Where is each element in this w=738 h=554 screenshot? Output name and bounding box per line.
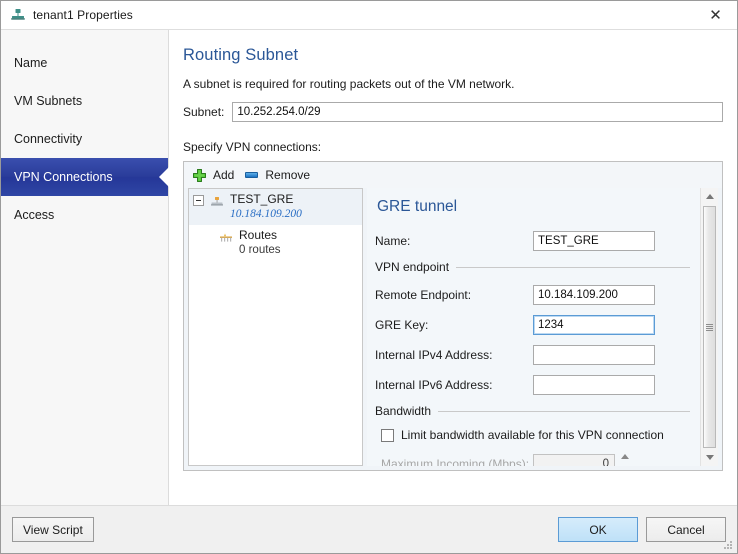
bandwidth-group-label: Bandwidth	[375, 404, 432, 418]
subnet-row: Subnet:	[183, 102, 723, 122]
scroll-up-icon[interactable]	[701, 188, 718, 205]
window-title: tenant1 Properties	[33, 8, 133, 22]
internal-ipv4-row: Internal IPv4 Address:	[375, 344, 690, 365]
gre-key-label: GRE Key:	[375, 317, 429, 332]
max-incoming-input[interactable]: 0	[533, 454, 615, 466]
name-label: Name:	[375, 233, 411, 248]
gre-tunnel-detail: GRE tunnel Name: VPN endpoint Remote End	[367, 188, 700, 466]
scrollbar-thumb[interactable]	[703, 206, 716, 448]
vpn-connections-panel: Add Remove TEST_GRE 10.184.109.200 Route…	[183, 161, 723, 471]
max-incoming-stepper[interactable]	[619, 454, 633, 466]
gre-key-row: GRE Key:	[375, 314, 690, 335]
sidebar-item-connectivity[interactable]: Connectivity	[1, 120, 168, 158]
routes-label: Routes	[239, 228, 278, 242]
vpn-endpoint-group-header: VPN endpoint	[375, 260, 690, 274]
close-icon[interactable]: ✕	[694, 1, 737, 29]
vpn-endpoint-group-label: VPN endpoint	[375, 260, 450, 274]
vpn-toolbar: Add Remove	[184, 162, 722, 188]
dialog-footer: View Script OK Cancel	[1, 505, 737, 553]
tree-node-text: Routes 0 routes	[239, 228, 281, 258]
tree-node-gre-tunnel[interactable]: TEST_GRE 10.184.109.200	[189, 189, 362, 225]
internal-ipv4-input[interactable]	[533, 344, 655, 365]
internal-ipv6-row: Internal IPv6 Address:	[375, 374, 690, 395]
routes-icon	[218, 230, 234, 246]
resize-grip-icon[interactable]	[722, 539, 734, 551]
max-incoming-label: Maximum Incoming (Mbps):	[381, 457, 530, 466]
page-title: Routing Subnet	[183, 46, 299, 64]
limit-bandwidth-row[interactable]: Limit bandwidth available for this VPN c…	[381, 428, 690, 442]
collapse-box-icon[interactable]	[193, 195, 204, 206]
scroll-down-icon[interactable]	[701, 449, 718, 466]
sidebar-item-vpn-connections[interactable]: VPN Connections	[1, 158, 168, 196]
add-label: Add	[213, 168, 235, 182]
content-pane: Routing Subnet A subnet is required for …	[169, 30, 737, 505]
page-description: A subnet is required for routing packets…	[183, 77, 515, 91]
sidebar-item-label: Connectivity	[14, 132, 83, 146]
remove-label: Remove	[265, 168, 311, 182]
limit-bandwidth-checkbox[interactable]	[381, 428, 394, 442]
sidebar-item-label: Access	[14, 208, 55, 222]
add-button[interactable]: Add	[190, 164, 242, 186]
internal-ipv6-label: Internal IPv6 Address:	[375, 377, 493, 392]
ok-button[interactable]: OK	[558, 517, 638, 542]
remote-endpoint-input[interactable]	[533, 284, 655, 305]
bandwidth-group-header: Bandwidth	[375, 404, 690, 418]
tree-node-routes[interactable]: Routes 0 routes	[189, 225, 362, 261]
sidebar: Name VM Subnets Connectivity VPN Connect…	[1, 30, 169, 505]
sidebar-item-label: VM Subnets	[14, 94, 83, 108]
scrollbar-grip-icon	[706, 323, 713, 332]
group-divider	[438, 410, 690, 412]
view-script-button[interactable]: View Script	[12, 517, 94, 542]
stepper-up-icon[interactable]	[621, 454, 629, 459]
subnet-label: Subnet:	[183, 105, 225, 119]
routes-count: 0 routes	[239, 244, 281, 256]
internal-ipv4-label: Internal IPv4 Address:	[375, 347, 493, 362]
title-bar: tenant1 Properties ✕	[1, 1, 737, 29]
gre-tunnel-icon	[209, 194, 225, 210]
remote-endpoint-row: Remote Endpoint:	[375, 284, 690, 305]
detail-pane-wrapper: GRE tunnel Name: VPN endpoint Remote End	[367, 188, 718, 466]
name-input[interactable]	[533, 230, 655, 251]
detail-scrollbar[interactable]	[700, 188, 718, 466]
internal-ipv6-input[interactable]	[533, 374, 655, 395]
specify-vpn-label: Specify VPN connections:	[183, 140, 322, 154]
sidebar-item-label: Name	[14, 56, 48, 70]
properties-dialog: tenant1 Properties ✕ Name VM Subnets Con…	[0, 0, 738, 554]
tree-node-name: TEST_GRE	[230, 192, 294, 206]
tree-node-text: TEST_GRE 10.184.109.200	[230, 192, 302, 222]
network-tenant-icon	[10, 7, 26, 23]
cancel-button[interactable]: Cancel	[646, 517, 726, 542]
subnet-input[interactable]	[232, 102, 723, 122]
remote-endpoint-label: Remote Endpoint:	[375, 287, 472, 302]
plus-icon	[192, 168, 207, 183]
sidebar-item-name[interactable]: Name	[1, 44, 168, 82]
name-row: Name:	[375, 230, 690, 251]
minus-icon	[244, 168, 259, 183]
vpn-connection-tree[interactable]: TEST_GRE 10.184.109.200 Routes 0 routes	[188, 188, 363, 466]
limit-bandwidth-label: Limit bandwidth available for this VPN c…	[401, 428, 664, 442]
detail-title: GRE tunnel	[377, 198, 458, 215]
dialog-body: Name VM Subnets Connectivity VPN Connect…	[1, 29, 737, 505]
sidebar-item-vm-subnets[interactable]: VM Subnets	[1, 82, 168, 120]
group-divider	[456, 266, 690, 268]
sidebar-item-access[interactable]: Access	[1, 196, 168, 234]
sidebar-item-label: VPN Connections	[14, 170, 113, 184]
gre-key-input[interactable]	[533, 314, 655, 335]
panel-split: TEST_GRE 10.184.109.200 Routes 0 routes …	[184, 188, 722, 470]
tree-node-address: 10.184.109.200	[230, 208, 302, 220]
max-incoming-row: Maximum Incoming (Mbps): 0	[381, 454, 690, 466]
remove-button[interactable]: Remove	[242, 164, 318, 186]
scrollbar-track[interactable]	[701, 205, 718, 449]
